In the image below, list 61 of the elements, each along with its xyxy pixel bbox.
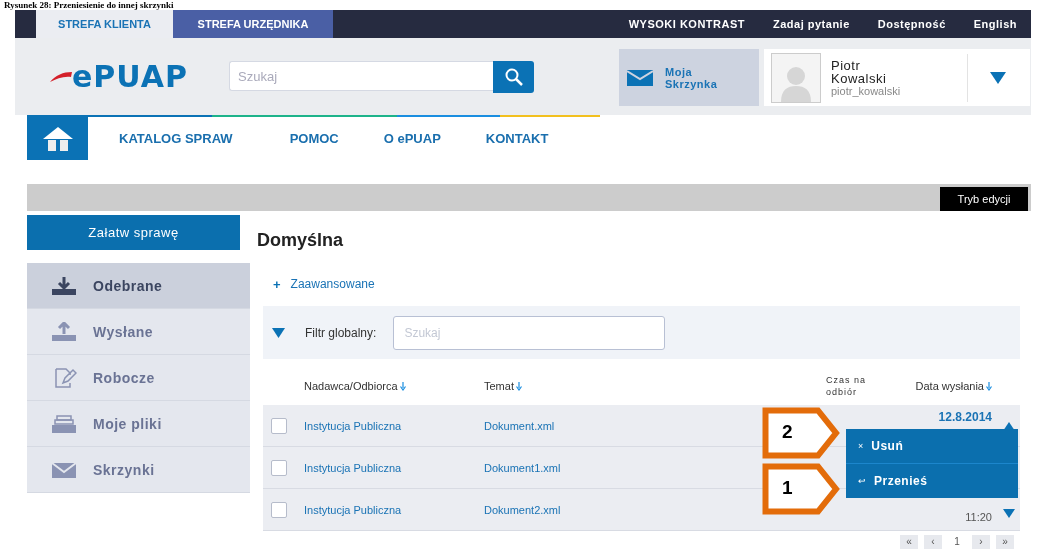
page-title: Domyślna [257,229,345,252]
zone-tab[interactable]: STREFA KLIENTA [36,10,173,38]
callout-number: 2 [782,421,793,443]
user-login: piotr_kowalski [831,84,902,97]
pagination-button[interactable]: » [996,535,1014,549]
plus-icon: + [273,276,281,292]
search-button[interactable] [493,61,534,93]
top-link[interactable]: Dostępność [877,18,946,30]
top-link[interactable]: Zadaj pytanie [773,18,850,30]
subject-link[interactable]: Dokument.xml [484,419,555,432]
row-checkbox[interactable] [271,417,287,434]
pagination-button[interactable]: 1 [948,535,966,549]
send-time: 11:20 [965,511,992,523]
upload-tray-icon [51,321,77,342]
house-icon [42,126,73,151]
edit-mode-button[interactable]: Tryb edycji [940,187,1028,211]
row-checkbox[interactable] [271,501,287,518]
logo[interactable]: ePUAP [72,62,188,92]
column-header: Czas na odbiór [826,374,868,398]
tray-stack-icon [51,413,77,434]
handle-case-button[interactable]: Załatw sprawę [27,215,240,250]
pagination-button[interactable]: › [972,535,990,549]
nav-link[interactable]: O ePUAP [383,131,441,146]
nav-link[interactable]: KONTAKT [485,131,549,146]
column-header[interactable]: Nadawca/Odbiorca [304,379,406,393]
column-header[interactable]: Temat [484,379,522,393]
mailbox-button[interactable]: Moja Skrzynka [619,49,759,106]
collapse-triangle-icon[interactable] [272,327,285,338]
nav-link[interactable]: KATALOG SPRAW [119,131,233,146]
search-field[interactable]: Szukaj [229,61,493,91]
sidebar-item[interactable]: Odebrane [27,263,250,309]
pagination-button[interactable]: « [900,535,918,549]
subject-link[interactable]: Dokument1.xml [484,461,561,474]
logo-swoosh-icon [50,71,72,83]
menu-item-icon: ↩ [858,476,866,486]
sender-link[interactable]: Instytucja Publiczna [304,503,402,516]
top-link[interactable]: WYSOKI KONTRAST [628,18,745,30]
filter-label: Filtr globalny: [305,325,377,340]
menu-item-label: Przenieś [874,474,928,488]
expand-triangle-icon[interactable] [1003,509,1015,518]
download-tray-icon [51,275,77,296]
figure-caption: Rysunek 28: Przeniesienie do innej skrzynki [3,0,175,10]
zone-tab[interactable]: STREFA URZĘDNIKA [173,10,333,38]
send-date: 12.8.2014 [938,410,992,424]
envelope-icon [627,69,653,86]
search-icon [504,68,523,86]
avatar-silhouette [771,52,821,103]
menu-item[interactable]: ↩ Przenieś [846,463,1018,498]
filter-field[interactable]: Szukaj [393,315,666,350]
sender-link[interactable]: Instytucja Publiczna [304,461,402,474]
nav-link[interactable]: POMOC [289,131,339,146]
column-header[interactable]: Data wysłania [915,379,992,393]
row-checkbox[interactable] [271,459,287,476]
subject-link[interactable]: Dokument2.xml [484,503,561,516]
sender-link[interactable]: Instytucja Publiczna [304,419,402,432]
home-button[interactable] [27,117,88,160]
top-link[interactable]: English [973,18,1017,30]
advanced-link[interactable]: Zaawansowane [290,277,375,291]
user-menu-caret-icon[interactable] [990,71,1006,84]
user-name: Piotr Kowalski [831,58,888,85]
pagination-button[interactable]: ‹ [924,535,942,549]
